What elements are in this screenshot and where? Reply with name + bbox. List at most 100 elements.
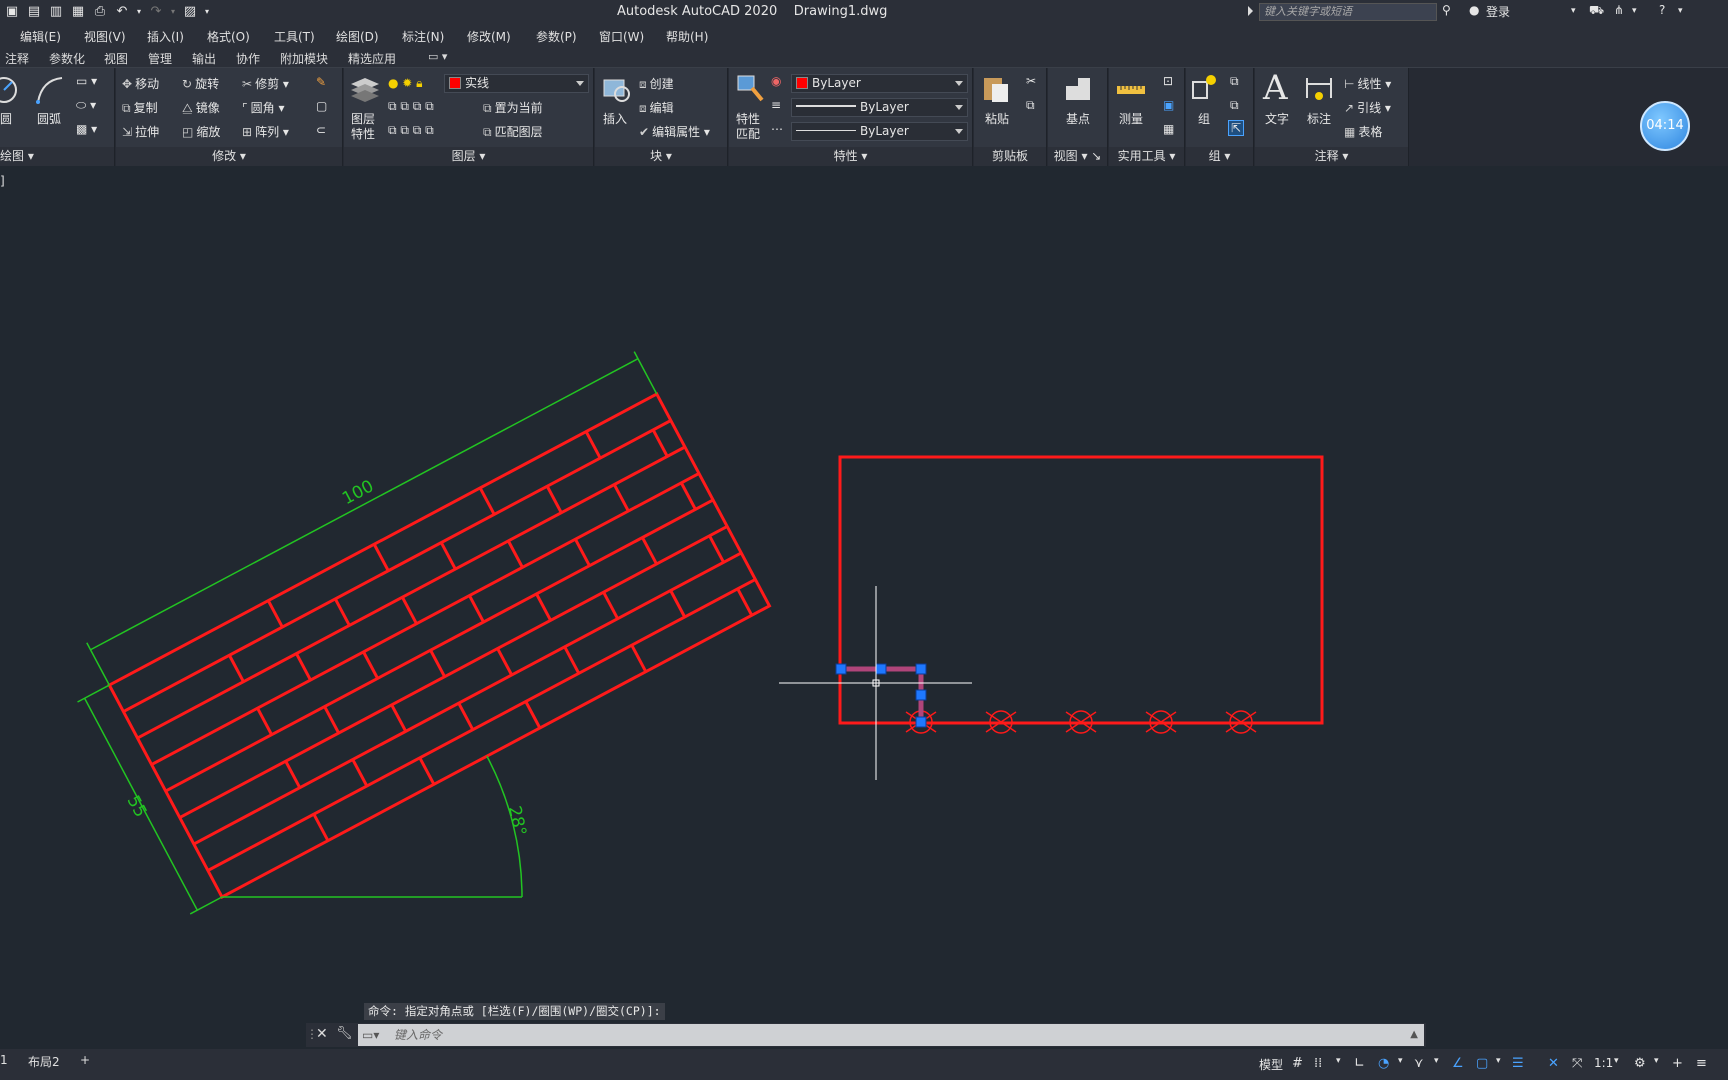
connect-dropdown-icon[interactable]: ▾ xyxy=(1632,6,1637,16)
brick-joint-line[interactable] xyxy=(651,429,669,458)
brick-joint-line[interactable] xyxy=(680,482,697,511)
circle-button-label[interactable]: 圆 xyxy=(0,110,12,127)
brick-joint-line[interactable] xyxy=(602,591,619,620)
brick-joint-line[interactable] xyxy=(362,651,379,680)
redo-icon[interactable]: ↷ xyxy=(146,3,166,21)
lineweight-toggle-icon[interactable]: ☰ xyxy=(1512,1056,1524,1071)
arc-icon[interactable] xyxy=(34,74,66,106)
redo-dropdown-icon[interactable]: ▾ xyxy=(168,3,178,21)
brick-joint-line[interactable] xyxy=(418,757,436,786)
command-prompt-icon[interactable]: ▭▾ xyxy=(362,1024,379,1046)
layer-tools-row1-icons[interactable]: ⧉ ⧉ ⧉ ⧉ xyxy=(388,99,434,114)
layer-properties-icon[interactable] xyxy=(349,72,381,104)
expand-search-icon[interactable] xyxy=(1248,6,1253,16)
annotation-scale[interactable]: 1:1 xyxy=(1594,1056,1613,1070)
ribbon-toggle-icon[interactable]: ▭ ▾ xyxy=(428,50,447,63)
tab-collaborate[interactable]: 协作 xyxy=(236,50,260,67)
customize-wrench-icon[interactable]: 🔧︎ xyxy=(336,1026,353,1041)
drawing-canvas[interactable]: 100 55 28° xyxy=(0,166,1728,1021)
brick-joint-line[interactable] xyxy=(524,700,542,729)
select-all-icon[interactable]: ▣ xyxy=(1163,98,1174,112)
menu-insert[interactable]: 插入(I) xyxy=(147,28,184,45)
brick-joint-line[interactable] xyxy=(496,647,514,676)
offset-icon[interactable]: ⊂ xyxy=(316,123,326,137)
tab-addins[interactable]: 附加模块 xyxy=(280,50,328,67)
brick-joint-line[interactable] xyxy=(284,760,302,789)
grip[interactable] xyxy=(835,663,847,675)
brick-joint-line[interactable] xyxy=(295,652,312,681)
brick-joint-line[interactable] xyxy=(478,487,496,516)
rotate-button[interactable]: ↻ 旋转 xyxy=(182,75,219,92)
rectangle-icon[interactable]: ▭ ▾ xyxy=(76,74,97,88)
brick-joint-line[interactable] xyxy=(574,538,591,567)
brick-joint-line[interactable] xyxy=(333,598,351,627)
brick-joint-line[interactable] xyxy=(372,543,390,572)
block-panel-title[interactable]: 块 ▾ xyxy=(595,147,727,166)
tab-annotate[interactable]: 注释 xyxy=(5,50,29,67)
quick-select-icon[interactable]: ⊡ xyxy=(1163,74,1173,88)
add-layout-icon[interactable]: + xyxy=(80,1053,90,1067)
ortho-icon[interactable]: ∟ xyxy=(1354,1056,1365,1071)
undo-icon[interactable]: ↶ xyxy=(112,3,132,21)
measure-label[interactable]: 测量 xyxy=(1119,110,1143,127)
brick-joint-line[interactable] xyxy=(641,536,658,565)
grip[interactable] xyxy=(875,663,887,675)
group-label[interactable]: 组 xyxy=(1198,110,1210,127)
menu-view[interactable]: 视图(V) xyxy=(84,28,126,45)
leader-button[interactable]: ↗ 引线 ▾ xyxy=(1344,99,1391,116)
object-snap-tracking-icon[interactable]: ∠ xyxy=(1452,1056,1464,1071)
layer-dropdown[interactable]: 实线 xyxy=(444,74,589,93)
copy-clip-icon[interactable]: ⧉ xyxy=(1026,98,1035,113)
grid-icon[interactable]: # xyxy=(1292,1056,1303,1071)
connect-icon[interactable]: ⋔ xyxy=(1614,3,1624,17)
brick-joint-line[interactable] xyxy=(584,430,602,459)
login-link[interactable]: 登录 xyxy=(1486,3,1510,20)
menu-edit[interactable]: 编辑(E) xyxy=(20,28,61,45)
brick-joint-line[interactable] xyxy=(256,707,273,736)
search-input[interactable]: 键入关键字或短语 xyxy=(1259,3,1437,21)
close-icon[interactable]: ✕ xyxy=(316,1026,328,1042)
brick-joint-line[interactable] xyxy=(669,589,687,618)
workspace-gear-icon[interactable]: ⚙ xyxy=(1634,1056,1646,1071)
layout-tab-1[interactable]: 1 xyxy=(0,1053,8,1067)
match-properties-icon[interactable] xyxy=(734,72,766,104)
menu-dimension[interactable]: 标注(N) xyxy=(402,28,444,45)
undo-dropdown-icon[interactable]: ▾ xyxy=(134,3,144,21)
isodraft-icon[interactable]: ⋎ xyxy=(1414,1056,1424,1071)
linear-button[interactable]: ⊢ 线性 ▾ xyxy=(1344,75,1391,92)
calculator-icon[interactable]: ▦ xyxy=(1163,122,1174,136)
paste-button-label[interactable]: 粘贴 xyxy=(985,110,1009,127)
mirror-button[interactable]: ⧋ 镜像 xyxy=(182,99,220,116)
groups-panel-title[interactable]: 组 ▾ xyxy=(1186,147,1253,166)
annotation-monitor-icon[interactable]: + xyxy=(1672,1056,1683,1071)
layer-tools-row2-icons[interactable]: ⧉ ⧉ ⧉ ⧉ xyxy=(388,123,434,138)
brick-joint-line[interactable] xyxy=(312,813,330,842)
snap-icon[interactable]: ⁞⁞ xyxy=(1314,1056,1322,1071)
snap-dropdown-icon[interactable]: ▾ xyxy=(1336,1056,1341,1066)
save-icon[interactable]: ▣ xyxy=(2,3,22,21)
selection-grips[interactable] xyxy=(835,663,927,728)
object-snap-dropdown-icon[interactable]: ▾ xyxy=(1496,1056,1501,1066)
brick-joint-line[interactable] xyxy=(228,654,245,683)
grip[interactable] xyxy=(915,716,927,728)
auto-scale-icon[interactable]: ⤧ xyxy=(1572,1056,1582,1071)
group-edit-icon[interactable]: ⧉ xyxy=(1230,98,1239,113)
fillet-button[interactable]: ⌜ 圆角 ▾ xyxy=(242,99,284,116)
base-view-icon[interactable] xyxy=(1062,74,1094,106)
grip[interactable] xyxy=(915,663,927,675)
base-view-label[interactable]: 基点 xyxy=(1066,110,1090,127)
dimension-text-angle[interactable]: 28° xyxy=(504,804,530,838)
cart-icon[interactable]: ⛟ xyxy=(1589,3,1604,19)
color-dropdown[interactable]: ByLayer xyxy=(791,74,968,93)
brick-joint-line[interactable] xyxy=(612,483,630,512)
annotation-visibility-icon[interactable]: ✕ xyxy=(1548,1056,1559,1071)
dimension-text-width[interactable]: 55 xyxy=(123,792,151,820)
brick-joint-line[interactable] xyxy=(535,593,552,622)
dimension-icon[interactable] xyxy=(1303,74,1335,106)
command-input[interactable]: ▭▾ 键入命令 ▲ xyxy=(358,1024,1424,1046)
linetype-dropdown[interactable]: ByLayer xyxy=(791,122,968,141)
layer-properties-label-2[interactable]: 特性 xyxy=(351,125,375,142)
modify-panel-title[interactable]: 修改 ▾ xyxy=(116,147,342,166)
cut-icon[interactable]: ✂ xyxy=(1026,74,1036,88)
brick-joint-line[interactable] xyxy=(736,588,754,617)
